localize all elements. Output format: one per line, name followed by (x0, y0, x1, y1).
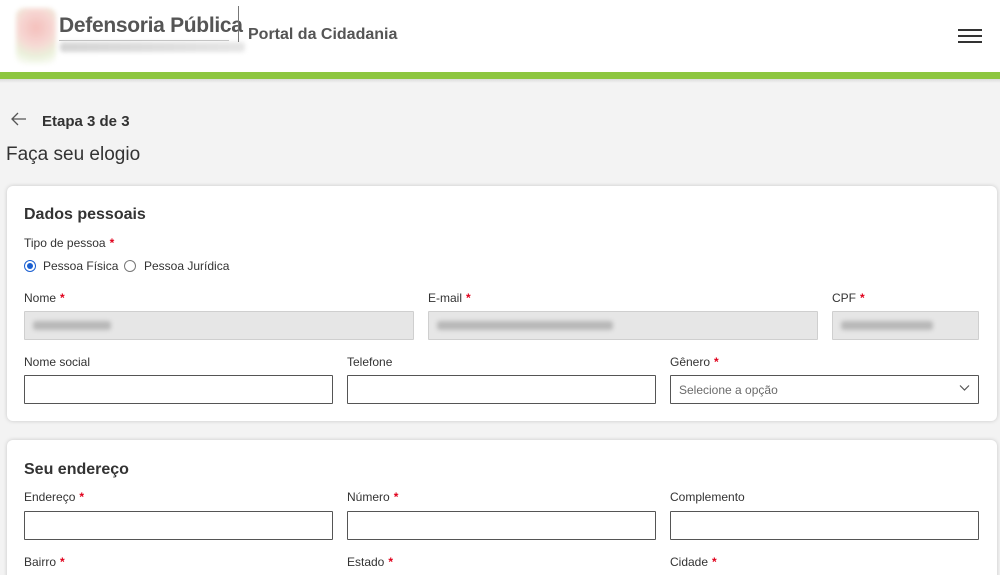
org-name: Defensoria Pública (59, 14, 243, 37)
logo-subtitle-blurred (60, 42, 245, 52)
cidade-label: Cidade * (670, 555, 717, 569)
personal-data-card: Dados pessoais Tipo de pessoa * Pessoa Fí… (7, 186, 997, 421)
telefone-field[interactable] (347, 375, 656, 404)
cpf-field (832, 311, 979, 340)
bairro-label: Bairro * (24, 555, 65, 569)
email-field (428, 311, 818, 340)
email-label: E-mail * (428, 291, 471, 305)
section-title: Seu endereço (24, 461, 129, 478)
radio-pessoa-juridica[interactable] (124, 260, 136, 272)
logo-emblem-icon (16, 8, 56, 64)
step-label: Etapa 3 de 3 (42, 113, 130, 130)
hamburger-menu-icon[interactable] (955, 24, 985, 46)
telefone-label: Telefone (347, 355, 393, 369)
section-title: Dados pessoais (24, 206, 146, 223)
complemento-field[interactable] (670, 511, 979, 540)
cpf-value-redacted (841, 321, 933, 330)
endereco-field[interactable] (24, 511, 333, 540)
estado-label: Estado * (347, 555, 394, 569)
nome-social-field[interactable] (24, 375, 333, 404)
genero-placeholder: Selecione a opção (679, 383, 778, 397)
address-card: Seu endereço Endereço * Número * Complemen… (7, 440, 997, 575)
chevron-down-icon (959, 385, 970, 391)
cpf-label: CPF * (832, 291, 865, 305)
nome-social-label: Nome social (24, 355, 91, 369)
radio-label-pessoa-juridica[interactable]: Pessoa Jurídica (144, 259, 229, 273)
arrow-left-icon[interactable] (11, 110, 27, 130)
radio-label-pessoa-fisica[interactable]: Pessoa Física (43, 259, 118, 273)
header-divider (238, 6, 239, 42)
nome-field (24, 311, 414, 340)
person-type-label: Tipo de pessoa * (24, 236, 115, 250)
radio-pessoa-fisica[interactable] (24, 260, 36, 272)
genero-label: Gênero * (670, 355, 719, 369)
nome-value-redacted (33, 321, 111, 330)
complemento-label: Complemento (670, 490, 745, 504)
logo-underline (59, 40, 229, 41)
page-title: Faça seu elogio (6, 144, 141, 165)
numero-label: Número * (347, 490, 399, 504)
endereco-label: Endereço * (24, 490, 85, 504)
portal-title[interactable]: Portal da Cidadania (248, 26, 397, 44)
header-accent-bar (0, 72, 1000, 79)
header-shadow (0, 79, 1000, 83)
numero-field[interactable] (347, 511, 656, 540)
site-header: Defensoria Pública Portal da Cidadania (0, 0, 1000, 72)
genero-select[interactable]: Selecione a opção (670, 375, 979, 404)
email-value-redacted (437, 321, 613, 330)
nome-label: Nome * (24, 291, 65, 305)
